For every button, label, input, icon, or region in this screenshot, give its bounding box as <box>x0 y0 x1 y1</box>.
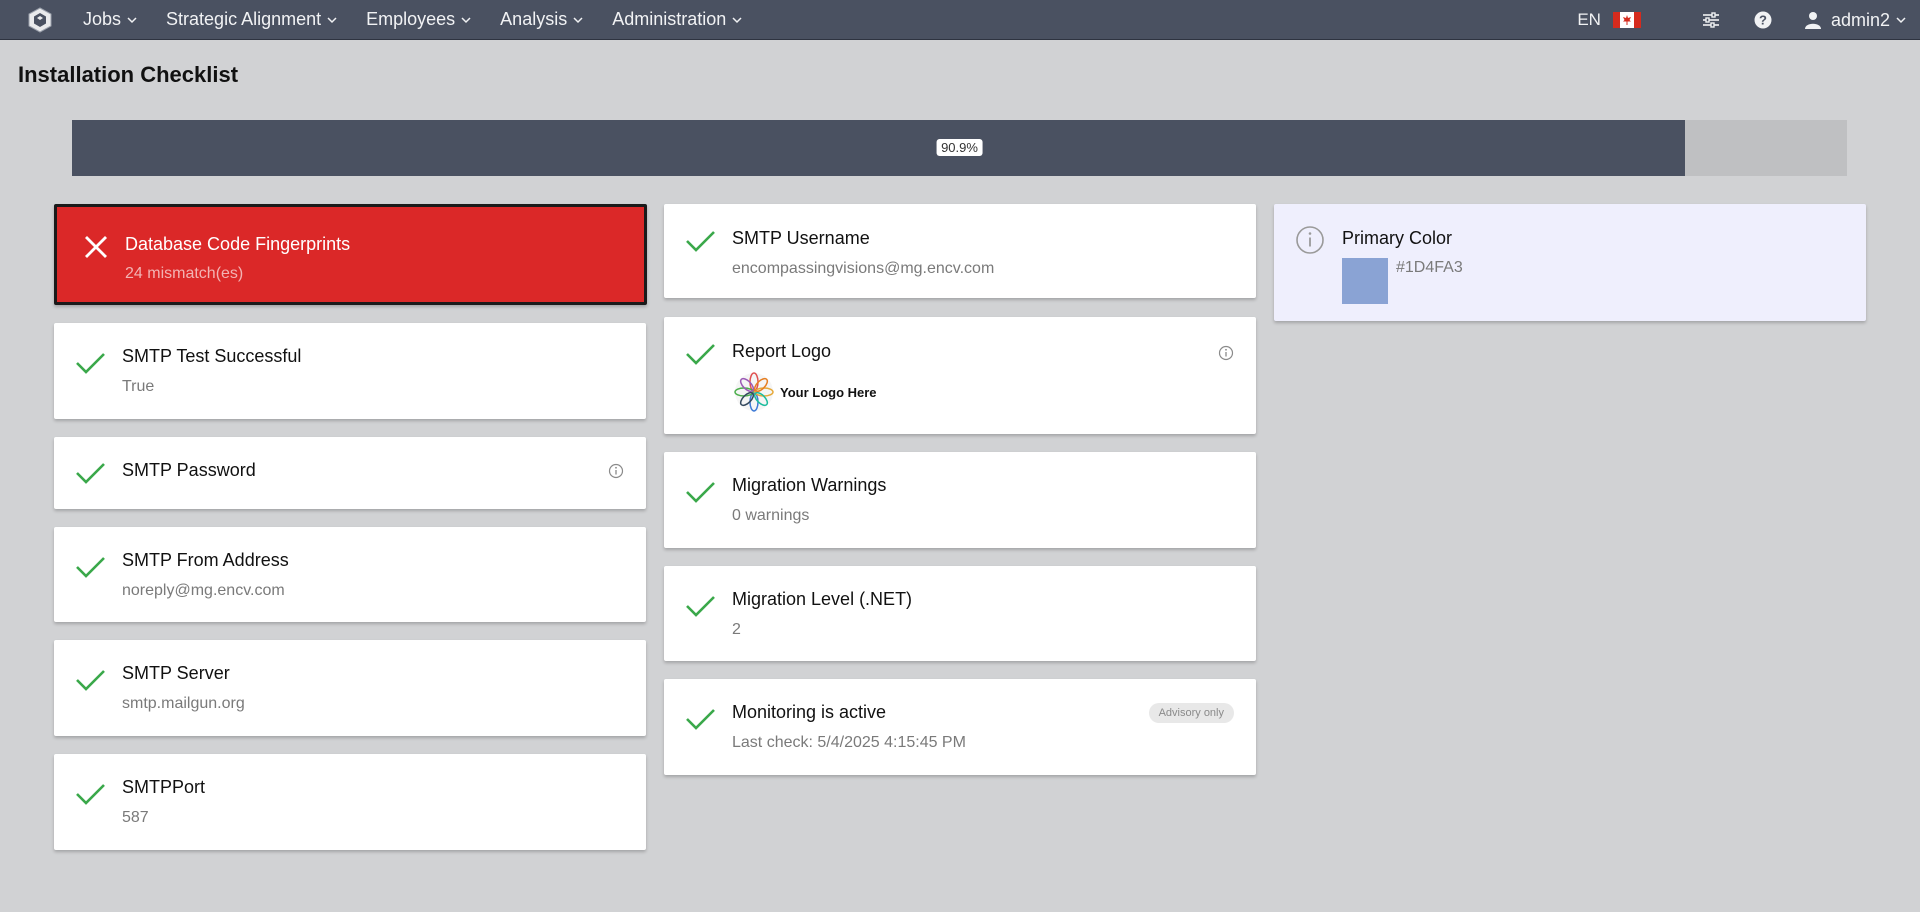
card-title: SMTP Password <box>122 460 256 480</box>
card-subtitle: encompassingvisions@mg.encv.com <box>732 260 995 277</box>
card-database-code-fingerprints[interactable]: Database Code Fingerprints 24 mismatch(e… <box>54 204 647 305</box>
checkmark-icon <box>76 670 105 691</box>
logo-placeholder-text: Your Logo Here <box>780 384 877 400</box>
card-title: SMTP Server <box>122 663 230 683</box>
chevron-down-icon <box>732 16 742 23</box>
progress-fill <box>72 120 1686 176</box>
report-logo-preview: Your Logo Here <box>734 372 877 412</box>
nav-analysis-label: Analysis <box>500 9 568 29</box>
card-subtitle: 0 warnings <box>732 507 810 524</box>
progress-label: 90.9% <box>936 139 983 156</box>
top-navbar: Jobs Strategic Alignment Employees Analy… <box>0 0 1920 40</box>
card-smtp-port[interactable]: SMTPPort 587 <box>54 754 646 850</box>
card-subtitle: smtp.mailgun.org <box>122 695 245 712</box>
checklist-progress-bar: 90.9% <box>72 120 1847 176</box>
card-subtitle: True <box>122 378 155 395</box>
chevron-down-icon <box>573 16 583 23</box>
app-logo-icon[interactable] <box>27 6 53 33</box>
card-subtitle: 587 <box>122 809 149 826</box>
card-title: Migration Warnings <box>732 475 887 495</box>
card-smtp-from-address[interactable]: SMTP From Address noreply@mg.encv.com <box>54 527 646 622</box>
advisory-badge: Advisory only <box>1148 703 1234 723</box>
language-selector[interactable]: EN <box>1577 10 1601 30</box>
nav-jobs[interactable]: Jobs <box>83 9 137 30</box>
user-icon <box>1804 12 1821 29</box>
primary-color-value: #1D4FA3 <box>1396 259 1463 276</box>
primary-color-swatch <box>1342 258 1388 304</box>
card-smtp-username[interactable]: SMTP Username encompassingvisions@mg.enc… <box>664 204 1256 298</box>
nav-strategic-alignment[interactable]: Strategic Alignment <box>166 9 337 30</box>
card-smtp-password[interactable]: SMTP Password <box>54 437 646 509</box>
card-title: Primary Color <box>1342 228 1453 248</box>
card-subtitle: 24 mismatch(es) <box>125 265 244 282</box>
card-title: Database Code Fingerprints <box>125 234 351 254</box>
chevron-down-icon <box>1896 17 1906 24</box>
card-migration-level[interactable]: Migration Level (.NET) 2 <box>664 566 1256 661</box>
card-title: Migration Level (.NET) <box>732 589 913 609</box>
card-primary-color[interactable]: Primary Color #1D4FA3 <box>1274 204 1866 321</box>
checkmark-icon <box>76 784 105 805</box>
card-subtitle: 2 <box>732 621 741 638</box>
svg-text:?: ? <box>1759 13 1767 28</box>
checkmark-icon <box>686 231 715 252</box>
logo-flower-icon <box>734 372 774 412</box>
checkmark-icon <box>686 344 715 365</box>
help-icon[interactable]: ? <box>1753 10 1773 30</box>
card-title: Monitoring is active <box>732 702 887 722</box>
info-icon[interactable] <box>608 463 624 479</box>
nav-right-group: EN ? admin2 <box>1577 0 1920 40</box>
checkmark-icon <box>686 482 715 503</box>
canada-flag-icon[interactable] <box>1612 12 1641 28</box>
card-title: Report Logo <box>732 341 832 361</box>
nav-jobs-label: Jobs <box>83 9 122 29</box>
error-x-icon <box>85 236 107 258</box>
card-title: SMTP From Address <box>122 550 289 570</box>
page-title: Installation Checklist <box>18 62 239 87</box>
nav-administration[interactable]: Administration <box>612 9 742 30</box>
info-circle-icon <box>1296 226 1324 254</box>
card-title: SMTP Username <box>732 228 870 248</box>
card-title: SMTP Test Successful <box>122 346 302 366</box>
chevron-down-icon <box>327 16 337 23</box>
card-smtp-test-successful[interactable]: SMTP Test Successful True <box>54 323 646 419</box>
card-monitoring-active[interactable]: Monitoring is active Last check: 5/4/202… <box>664 679 1256 775</box>
nav-employees[interactable]: Employees <box>366 9 471 30</box>
card-subtitle: Last check: 5/4/2025 4:15:45 PM <box>732 734 966 751</box>
card-migration-warnings[interactable]: Migration Warnings 0 warnings <box>664 452 1256 548</box>
card-report-logo[interactable]: Report Logo Your Logo Here <box>664 317 1256 434</box>
nav-analysis[interactable]: Analysis <box>500 9 583 30</box>
checkmark-icon <box>76 557 105 578</box>
info-icon[interactable] <box>1218 345 1234 361</box>
nav-strategic-alignment-label: Strategic Alignment <box>166 9 322 29</box>
checkmark-icon <box>686 596 715 617</box>
card-smtp-server[interactable]: SMTP Server smtp.mailgun.org <box>54 640 646 736</box>
username-label: admin2 <box>1830 9 1890 30</box>
checkmark-icon <box>76 353 105 374</box>
user-menu[interactable]: admin2 <box>1804 9 1906 31</box>
nav-administration-label: Administration <box>612 9 727 29</box>
chevron-down-icon <box>127 16 137 23</box>
card-title: SMTPPort <box>122 777 206 797</box>
nav-employees-label: Employees <box>366 9 456 29</box>
checkmark-icon <box>686 709 715 730</box>
card-subtitle: noreply@mg.encv.com <box>122 582 285 599</box>
checkmark-icon <box>76 463 105 484</box>
chevron-down-icon <box>461 16 471 23</box>
settings-sliders-icon[interactable] <box>1701 10 1721 30</box>
